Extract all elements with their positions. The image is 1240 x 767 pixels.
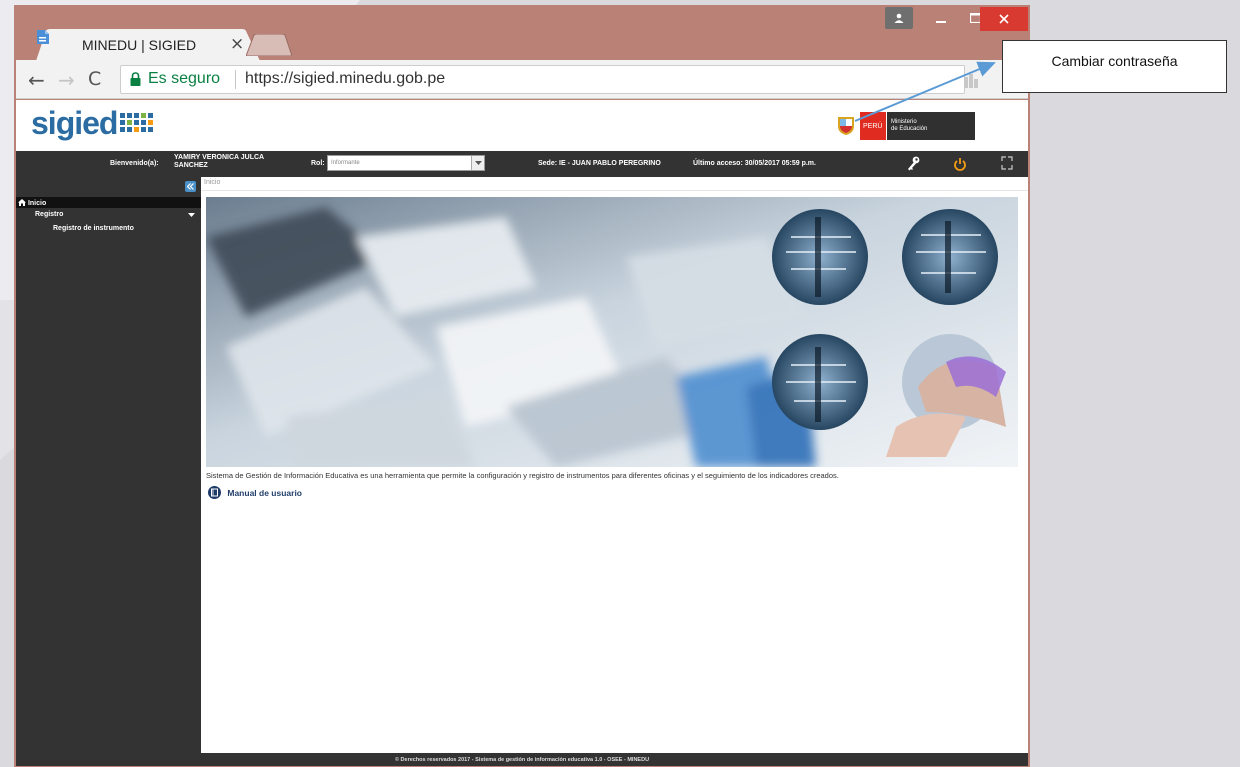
sigied-logo-mark [120,113,153,132]
welcome-label: Bienvenido(a): [110,160,159,167]
user-info-bar: Bienvenido(a): YAMIRY VERONICA JULCA SAN… [16,151,1028,177]
role-label: Rol: [311,160,325,167]
user-name: YAMIRY VERONICA JULCA SANCHEZ [174,154,264,169]
breadcrumb: Inicio [204,179,221,186]
page-footer: © Derechos reservados 2017 - Sistema de … [16,753,1028,766]
manual-link[interactable]: Manual de usuario [208,486,302,499]
browser-titlebar: MINEDU | SIGIED × [14,5,1030,61]
chevron-down-icon [471,156,484,170]
coat-of-arms-icon [838,117,854,135]
sede-info: Sede: IE - JUAN PABLO PEREGRINO [538,160,661,167]
browser-toolbar: ← → C Es seguro https://sigied.minedu.go… [16,60,1050,99]
back-button[interactable]: ← [28,68,45,92]
url-separator [235,70,236,89]
page-icon [37,30,49,44]
sidebar-item-label: Registro [35,211,64,218]
minedu-government-logo: PERÚ Ministerio de Educación [836,112,976,140]
change-password-key-icon[interactable] [906,156,920,172]
book-icon [208,486,221,499]
ministry-line-2: de Educación [891,126,928,132]
person-icon [894,13,904,23]
ministry-line-1: Ministerio [891,119,917,125]
site-header: sigied PERÚ Ministerio de Educación [16,100,1028,151]
sidebar-item-registro-instrumento[interactable]: Registro de instrumento [53,225,134,232]
sigied-logo[interactable]: sigied [31,105,118,142]
reload-button[interactable]: C [88,68,101,90]
close-window-button[interactable] [980,7,1028,31]
peru-label: PERÚ [860,112,886,140]
fullscreen-icon[interactable] [1001,156,1013,170]
address-bar[interactable]: Es seguro https://sigied.minedu.gob.pe ⊖… [120,65,1050,96]
system-description: Sistema de Gestión de Información Educat… [206,471,839,480]
close-icon [999,14,1009,24]
profile-button[interactable] [885,7,913,29]
extension-icon[interactable] [964,74,978,88]
lock-icon [130,72,141,86]
new-tab-button[interactable] [246,34,292,56]
minimize-button[interactable] [924,5,958,31]
annotation-callout: Cambiar contraseña [1002,40,1227,93]
main-content: Inicio Sistema de Gestión de Información… [202,177,1028,753]
sidebar-item-registro[interactable]: Registro [35,211,195,218]
breadcrumb-divider [202,190,1028,191]
sidebar: Inicio Registro Registro de instrumento [16,177,201,753]
maximize-icon [969,13,981,23]
manual-link-label: Manual de usuario [227,488,302,498]
sidebar-item-inicio[interactable]: Inicio [16,197,201,208]
sidebar-item-label: Inicio [27,200,47,207]
role-select-value: Informante [331,160,360,166]
tab-title: MINEDU | SIGIED [82,37,197,53]
caret-down-icon [188,213,195,217]
forward-button[interactable]: → [58,68,75,92]
tab-close-icon[interactable]: × [230,34,244,54]
collapse-sidebar-button[interactable] [185,181,196,192]
home-icon [18,199,26,206]
double-chevron-left-icon [187,183,194,190]
logout-power-icon[interactable] [953,156,967,172]
secure-label: Es seguro [148,70,221,87]
tab-sigied[interactable]: MINEDU | SIGIED × [36,29,260,61]
sidebar-item-label: Registro de instrumento [53,225,134,232]
role-select[interactable]: Informante [327,155,485,171]
minimize-icon [936,21,946,23]
url-text[interactable]: https://sigied.minedu.gob.pe [245,70,445,88]
last-access-info: Último acceso: 30/05/2017 05:59 p.m. [693,160,816,167]
banner-image [206,197,1018,467]
page-viewport: sigied PERÚ Ministerio de Educación Bien… [16,100,1028,766]
browser-window: MINEDU | SIGIED × ← → C Es seguro https:… [14,5,1050,767]
ministry-label: Ministerio de Educación [887,112,975,140]
